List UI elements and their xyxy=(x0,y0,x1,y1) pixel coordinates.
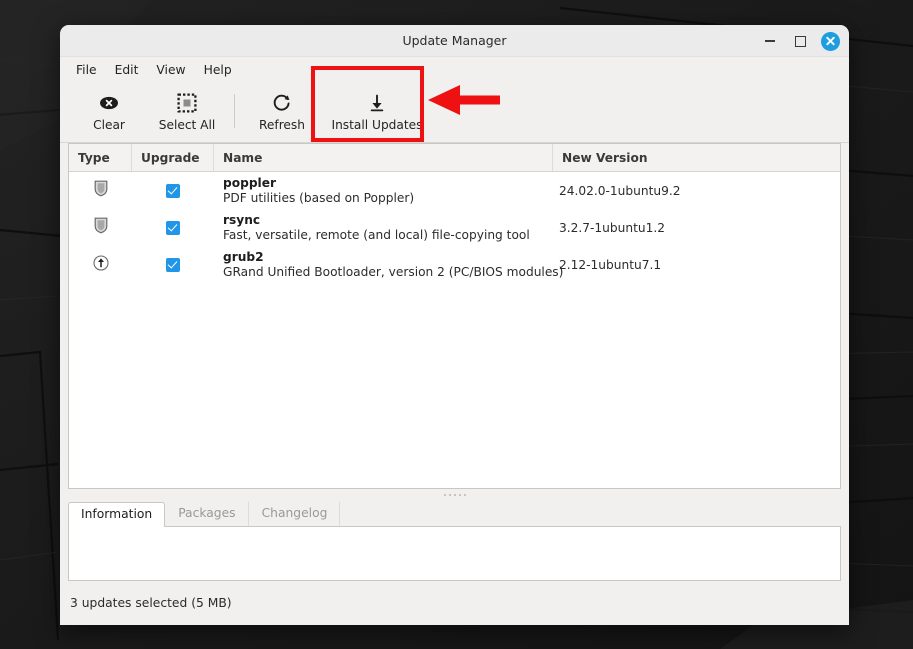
menu-item-help[interactable]: Help xyxy=(196,60,240,80)
table-row[interactable]: grub2 GRand Unified Bootloader, version … xyxy=(69,246,840,283)
clear-button-label: Clear xyxy=(93,118,125,132)
package-name: poppler xyxy=(223,176,553,190)
table-row[interactable]: rsync Fast, versatile, remote (and local… xyxy=(69,209,840,246)
row-type-cell xyxy=(69,255,132,275)
column-header-new-version[interactable]: New Version xyxy=(553,144,840,171)
row-type-cell xyxy=(69,217,132,238)
install-updates-button[interactable]: Install Updates xyxy=(321,85,433,139)
pane-splitter[interactable] xyxy=(60,489,849,501)
table-header-row: Type Upgrade Name New Version xyxy=(69,144,840,172)
toolbar-separator xyxy=(234,94,235,128)
select-all-button-label: Select All xyxy=(159,118,216,132)
menu-item-edit[interactable]: Edit xyxy=(107,60,147,80)
clear-button[interactable]: Clear xyxy=(70,85,148,139)
status-text: 3 updates selected (5 MB) xyxy=(70,596,232,610)
shield-icon xyxy=(94,180,108,201)
package-name: rsync xyxy=(223,213,553,227)
row-upgrade-cell[interactable] xyxy=(132,221,214,235)
row-type-cell xyxy=(69,180,132,201)
details-pane: Information Packages Changelog xyxy=(68,501,841,581)
select-all-marquee-icon xyxy=(177,93,197,113)
tab-changelog[interactable]: Changelog xyxy=(249,501,341,526)
arrow-up-circle-icon xyxy=(93,255,109,275)
minimize-button[interactable] xyxy=(761,32,779,50)
menu-item-view[interactable]: View xyxy=(148,60,193,80)
table-body: poppler PDF utilities (based on Poppler)… xyxy=(69,172,840,488)
row-new-version: 2.12-1ubuntu7.1 xyxy=(553,258,840,272)
row-upgrade-cell[interactable] xyxy=(132,184,214,198)
update-manager-window: Update Manager File Edit View Help xyxy=(60,25,849,625)
column-header-type[interactable]: Type xyxy=(69,144,132,171)
menu-bar: File Edit View Help xyxy=(60,57,849,83)
package-description: PDF utilities (based on Poppler) xyxy=(223,191,553,205)
row-upgrade-cell[interactable] xyxy=(132,258,214,272)
tab-strip: Information Packages Changelog xyxy=(68,501,841,526)
tab-packages[interactable]: Packages xyxy=(165,501,248,526)
window-controls xyxy=(761,25,840,57)
row-name-cell: rsync Fast, versatile, remote (and local… xyxy=(214,213,553,242)
refresh-circular-arrow-icon xyxy=(272,93,292,113)
row-name-cell: grub2 GRand Unified Bootloader, version … xyxy=(214,250,553,279)
menu-item-file[interactable]: File xyxy=(68,60,105,80)
toolbar: Clear Select All Refresh xyxy=(60,83,849,143)
table-row[interactable]: poppler PDF utilities (based on Poppler)… xyxy=(69,172,840,209)
title-bar[interactable]: Update Manager xyxy=(60,25,849,57)
select-all-button[interactable]: Select All xyxy=(148,85,226,139)
upgrade-checkbox[interactable] xyxy=(166,221,180,235)
download-arrow-icon xyxy=(367,93,387,113)
clear-x-circle-icon xyxy=(99,93,119,113)
row-new-version: 24.02.0-1ubuntu9.2 xyxy=(553,184,840,198)
maximize-button[interactable] xyxy=(791,32,809,50)
package-name: grub2 xyxy=(223,250,553,264)
install-updates-button-label: Install Updates xyxy=(331,118,422,132)
column-header-upgrade[interactable]: Upgrade xyxy=(132,144,214,171)
updates-table: Type Upgrade Name New Version xyxy=(68,143,841,489)
status-bar: 3 updates selected (5 MB) xyxy=(60,581,849,625)
upgrade-checkbox[interactable] xyxy=(166,184,180,198)
row-new-version: 3.2.7-1ubuntu1.2 xyxy=(553,221,840,235)
splitter-grip-icon xyxy=(444,494,466,496)
tab-panel-information xyxy=(68,526,841,581)
refresh-button[interactable]: Refresh xyxy=(243,85,321,139)
package-description: Fast, versatile, remote (and local) file… xyxy=(223,228,553,242)
close-button[interactable] xyxy=(821,32,840,51)
window-title: Update Manager xyxy=(60,25,849,57)
shield-icon xyxy=(94,217,108,238)
package-description: GRand Unified Bootloader, version 2 (PC/… xyxy=(223,265,553,279)
upgrade-checkbox[interactable] xyxy=(166,258,180,272)
tab-information[interactable]: Information xyxy=(68,502,165,527)
column-header-name[interactable]: Name xyxy=(214,144,553,171)
row-name-cell: poppler PDF utilities (based on Poppler) xyxy=(214,176,553,205)
refresh-button-label: Refresh xyxy=(259,118,305,132)
